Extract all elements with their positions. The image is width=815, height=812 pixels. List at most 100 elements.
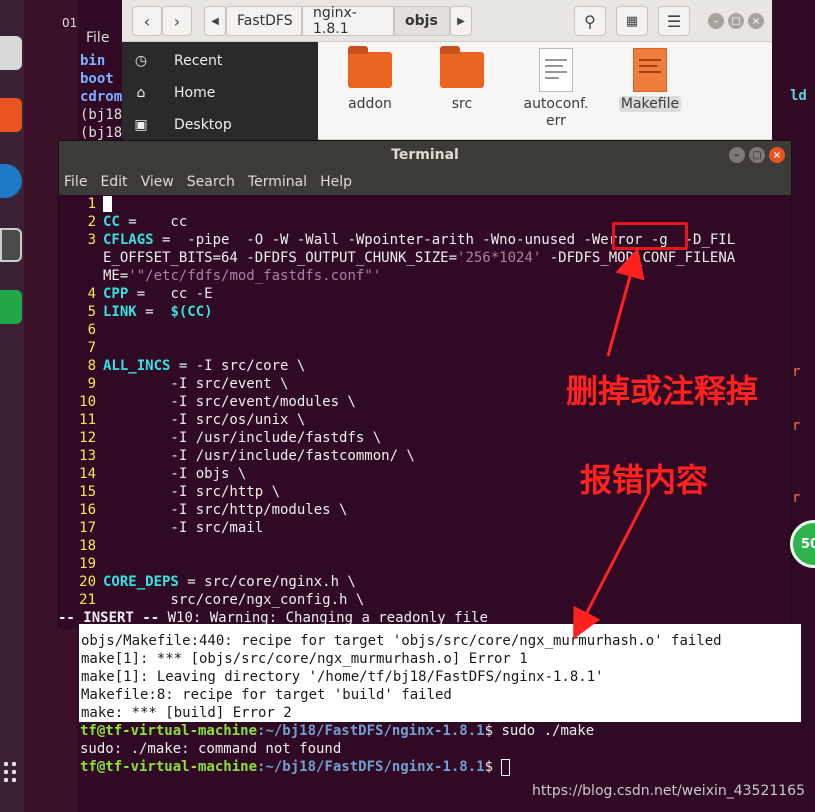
editor-line: 13 -I /usr/include/fastcommon/ \ <box>79 448 415 464</box>
terminal-minimize-button[interactable]: – <box>729 147 745 163</box>
home-icon: ⌂ <box>136 85 146 101</box>
triangle-left-icon: ◀ <box>211 15 219 27</box>
vim-editor-buffer[interactable]: 1 2 CC = cc 3 CFLAGS = -pipe -O -W -Wall -… <box>59 195 791 629</box>
back-button[interactable]: ‹ <box>132 6 162 36</box>
close-icon: × <box>772 149 782 161</box>
editor-line: 7 <box>87 340 96 356</box>
close-button[interactable]: × <box>748 13 764 29</box>
file-manager-window: ‹ › ◀ FastDFS nginx-1.8.1 objs ▶ ⚲ ▦ ☰ –… <box>122 0 772 140</box>
bg-terminal-file-menu[interactable]: File <box>86 30 109 46</box>
terminal-close-button[interactable]: × <box>769 147 785 163</box>
chevron-left-icon: ‹ <box>143 11 151 31</box>
text-file-icon <box>539 48 573 92</box>
editor-line: 17 -I src/mail <box>79 520 264 536</box>
shell-prompt-area[interactable]: tf@tf-virtual-machine:~/bj18/FastDFS/ngi… <box>79 720 801 780</box>
file-item-autoconf-err[interactable]: autoconf. err <box>516 48 596 130</box>
software-center-icon[interactable] <box>0 98 22 132</box>
maximize-button[interactable]: □ <box>728 13 744 29</box>
annotation-error-note: 报错内容 <box>580 461 709 499</box>
bg-terminal-fragment: ld <box>790 88 807 104</box>
bg-line: bin <box>80 53 106 69</box>
editor-line: 6 <box>87 322 96 338</box>
menu-help[interactable]: Help <box>320 174 352 190</box>
minimize-icon: – <box>713 15 719 27</box>
editor-line: 5 LINK = $(CC) <box>87 304 213 320</box>
output-line: Makefile:8: recipe for target 'build' fa… <box>81 687 452 703</box>
editor-line: 18 <box>79 538 96 554</box>
breadcrumb-nginx[interactable]: nginx-1.8.1 <box>302 5 394 37</box>
menu-edit[interactable]: Edit <box>100 174 127 190</box>
sidebar-item-label: Recent <box>174 53 223 69</box>
view-options-button[interactable]: ▦ <box>616 6 648 36</box>
show-apps-icon[interactable] <box>4 762 8 766</box>
editor-line: 20 CORE_DEPS = src/core/nginx.h \ <box>79 574 356 590</box>
editor-line-wrap: E_OFFSET_BITS=64 -DFDFS_OUTPUT_CHUNK_SIZ… <box>103 250 736 266</box>
path-right-button[interactable]: ▶ <box>450 6 472 36</box>
show-apps-icon[interactable] <box>12 762 16 766</box>
editor-line: 15 -I src/http \ <box>79 484 281 500</box>
bg-terminal-fragment-r: r <box>792 364 801 380</box>
sidebar-item-recent[interactable]: ◷ Recent <box>122 46 318 76</box>
breadcrumb-objs[interactable]: objs <box>394 6 450 36</box>
editor-line: 19 <box>79 556 96 572</box>
terminal-title: Terminal <box>391 147 459 163</box>
sidebar-item-home[interactable]: ⌂ Home <box>122 78 318 108</box>
shell-prompt-line: tf@tf-virtual-machine:~/bj18/FastDFS/ngi… <box>80 758 511 776</box>
editor-line: 11 -I src/os/unix \ <box>79 412 306 428</box>
minimize-icon: – <box>734 149 740 161</box>
sidebar-item-label: Desktop <box>174 117 232 133</box>
shell-response-line: sudo: ./make: command not found <box>80 741 342 757</box>
search-icon: ⚲ <box>584 11 596 31</box>
file-label: Makefile <box>618 96 682 112</box>
bg-terminal-fragment-r: r <box>792 490 801 506</box>
ide-app-icon[interactable] <box>0 290 22 324</box>
file-item-makefile[interactable]: Makefile <box>610 48 690 112</box>
grid-view-icon: ▦ <box>625 13 639 29</box>
badge-value: 50 <box>801 536 815 552</box>
menu-button[interactable]: ☰ <box>658 6 690 36</box>
show-apps-icon[interactable] <box>4 770 8 774</box>
menu-file[interactable]: File <box>64 174 87 190</box>
menu-search[interactable]: Search <box>187 174 235 190</box>
file-label: autoconf. err <box>523 96 589 129</box>
show-apps-icon[interactable] <box>12 778 16 782</box>
editor-line: 8 ALL_INCS = -I src/core \ <box>87 358 306 374</box>
menu-terminal[interactable]: Terminal <box>248 174 307 190</box>
editor-line: 1 <box>59 195 112 213</box>
file-label: addon <box>348 96 392 112</box>
files-app-icon[interactable] <box>0 36 22 70</box>
makefile-icon <box>633 48 667 92</box>
editor-line: 10 -I src/event/modules \ <box>79 394 356 410</box>
editor-line: 14 -I objs \ <box>79 466 247 482</box>
bg-line: (bj18 <box>80 107 123 123</box>
output-line: make[1]: *** [objs/src/core/ngx_murmurha… <box>81 651 528 667</box>
folder-icon <box>348 46 392 88</box>
output-line: make[1]: Leaving directory '/home/tf/bj1… <box>81 669 604 685</box>
editor-line: 4 CPP = cc -E <box>87 286 213 302</box>
maximize-icon: □ <box>752 149 762 161</box>
terminal-app-icon[interactable] <box>0 228 22 262</box>
sidebar-item-desktop[interactable]: ▣ Desktop <box>122 110 318 140</box>
text-cursor <box>103 196 112 212</box>
watermark: https://blog.csdn.net/weixin_43521165 <box>531 783 805 799</box>
minimize-button[interactable]: – <box>708 13 724 29</box>
show-apps-icon[interactable] <box>12 770 16 774</box>
werror-highlight-box <box>612 222 688 250</box>
breadcrumb-fastdfs[interactable]: FastDFS <box>226 6 302 36</box>
path-left-button[interactable]: ◀ <box>204 6 226 36</box>
file-manager-header: ‹ › ◀ FastDFS nginx-1.8.1 objs ▶ ⚲ ▦ ☰ –… <box>122 0 772 42</box>
editor-line: 9 -I src/event \ <box>87 376 289 392</box>
clock-fragment: 01 <box>62 16 78 30</box>
file-item-addon[interactable]: addon <box>330 46 410 112</box>
file-label: src <box>451 96 473 112</box>
bg-terminal-output: bin boot cdrom (bj18 (bj18 <box>80 52 122 142</box>
terminal-maximize-button[interactable]: □ <box>749 147 765 163</box>
search-button[interactable]: ⚲ <box>574 6 606 36</box>
help-icon[interactable] <box>0 164 22 198</box>
file-item-src[interactable]: src <box>422 46 502 112</box>
forward-button[interactable]: › <box>162 6 192 36</box>
terminal-titlebar[interactable]: Terminal – □ × <box>59 141 791 169</box>
show-apps-icon[interactable] <box>4 778 8 782</box>
menu-view[interactable]: View <box>141 174 174 190</box>
folder-icon: ▣ <box>134 117 148 133</box>
